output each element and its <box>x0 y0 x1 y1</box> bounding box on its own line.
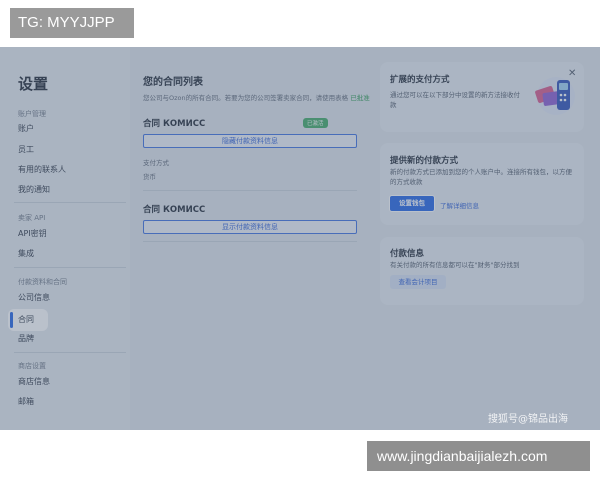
sidebar-section-account: 账户管理 <box>18 110 46 118</box>
sidebar-item-api-keys[interactable]: API密钥 <box>18 228 47 240</box>
payment-methods-text: 通过您可以在以下部分中设置的新方法接收付款 <box>390 91 520 109</box>
currency-label: 货币 <box>143 173 156 181</box>
setup-wallet-button[interactable]: 设置钱包 <box>389 195 435 212</box>
contract-title: 合同 КОМИСС <box>143 205 206 215</box>
sidebar-item-contracts[interactable]: 合同 <box>18 314 34 326</box>
sidebar-section-store: 商店设置 <box>18 362 46 370</box>
approved-link[interactable]: 已批准 <box>350 94 370 102</box>
contract-divider <box>143 241 357 242</box>
sidebar-divider <box>14 352 126 353</box>
page-subtitle: 您公司与Ozon的所有合同。若要为您的公司签署卖家合同，请使用表格 已批准 <box>143 92 370 102</box>
sidebar-divider <box>14 202 126 203</box>
sidebar-item-company-info[interactable]: 公司信息 <box>18 292 50 304</box>
page-title: 您的合同列表 <box>143 77 203 88</box>
sidebar-section-payment: 付款资料和合同 <box>18 278 67 286</box>
sidebar-item-notifications[interactable]: 我的通知 <box>18 184 50 196</box>
watermark-bottom: www.jingdianbaijialezh.com <box>367 441 590 471</box>
watermark-top: TG: MYYJJPP <box>10 8 134 38</box>
sidebar-item-integrations[interactable]: 集成 <box>18 248 34 260</box>
payment-method-label: 支付方式 <box>143 159 169 167</box>
watermark-corner: 搜狐号@锦品出海 <box>488 414 568 425</box>
sidebar-item-brands[interactable]: 品牌 <box>18 333 34 345</box>
settings-screen: 设置 账户管理 账户 员工 有用的联系人 我的通知 卖家 API API密钥 集… <box>0 47 600 430</box>
contract-divider <box>143 190 357 191</box>
sidebar-title: 设置 <box>18 75 49 93</box>
new-payment-card: 提供新的付款方式 新的付款方式已添加到您的个人账户中。连接所有钱包，以方便的方式… <box>380 143 584 225</box>
payment-info-text: 有关付款的所有信息都可以在"财务"部分找到 <box>390 261 520 269</box>
payment-methods-title: 扩展的支付方式 <box>390 75 450 85</box>
sidebar-item-store-info[interactable]: 商店信息 <box>18 376 50 388</box>
status-badge: 已激活 <box>303 118 328 128</box>
learn-more-link[interactable]: 了解详细信息 <box>440 200 479 210</box>
payment-info-title: 付款信息 <box>390 249 425 259</box>
payment-info-card: 付款信息 有关付款的所有信息都可以在"财务"部分找到 查看会计项目 <box>380 237 584 305</box>
sidebar-section-api: 卖家 API <box>18 214 46 222</box>
payment-methods-card: 扩展的支付方式 通过您可以在以下部分中设置的新方法接收付款 ✕ <box>380 62 584 132</box>
new-payment-text: 新的付款方式已添加到您的个人账户中。连接所有钱包，以方便的方式收款 <box>390 168 572 186</box>
sidebar-item-account[interactable]: 账户 <box>18 123 34 135</box>
new-payment-title: 提供新的付款方式 <box>390 156 459 166</box>
hide-payment-info-button[interactable]: 隐藏付款资料信息 <box>143 134 357 148</box>
show-payment-info-button[interactable]: 显示付款资料信息 <box>143 220 357 234</box>
contracts-panel: 您的合同列表 您公司与Ozon的所有合同。若要为您的公司签署卖家合同，请使用表格… <box>138 47 370 430</box>
contract-title: 合同 КОМИСС <box>143 119 206 129</box>
page-subtitle-text: 您公司与Ozon的所有合同。若要为您的公司签署卖家合同，请使用表格 <box>143 94 349 102</box>
sidebar-active-indicator <box>10 312 13 328</box>
payment-terminal-icon <box>535 77 575 115</box>
sidebar-item-employees[interactable]: 员工 <box>18 144 34 156</box>
sidebar-divider <box>14 267 126 268</box>
sidebar-item-contacts[interactable]: 有用的联系人 <box>18 164 66 176</box>
sidebar-item-mailbox[interactable]: 邮箱 <box>18 396 34 408</box>
sidebar: 设置 账户管理 账户 员工 有用的联系人 我的通知 卖家 API API密钥 集… <box>0 47 130 430</box>
view-accounting-button[interactable]: 查看会计项目 <box>390 275 446 289</box>
